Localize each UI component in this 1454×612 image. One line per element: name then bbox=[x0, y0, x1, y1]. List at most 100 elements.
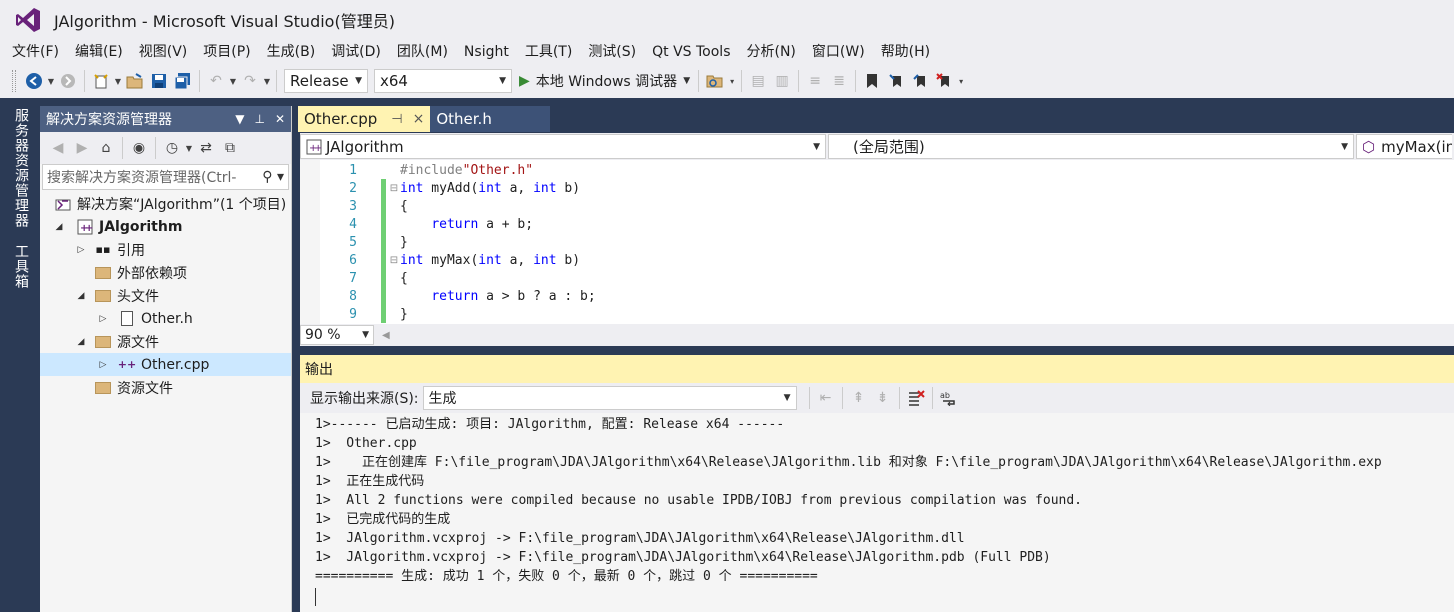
switch-views-icon[interactable]: ◉ bbox=[128, 137, 150, 159]
save-icon[interactable] bbox=[148, 70, 170, 92]
undo-icon[interactable]: ↶ bbox=[205, 70, 227, 92]
play-icon: ▶ bbox=[519, 73, 530, 89]
tree-item-other-cpp[interactable]: ▷ ++ Other.cpp bbox=[40, 353, 291, 376]
menu-view[interactable]: 视图(V) bbox=[131, 40, 196, 64]
menu-analyze[interactable]: 分析(N) bbox=[739, 40, 804, 64]
project-select[interactable]: + + JAlgorithm ▼ bbox=[300, 134, 826, 159]
output-source-select[interactable]: 生成 ▼ bbox=[422, 386, 797, 410]
menu-team[interactable]: 团队(M) bbox=[389, 40, 456, 64]
platform-select[interactable]: x64 ▼ bbox=[374, 69, 512, 93]
menu-help[interactable]: 帮助(H) bbox=[873, 40, 938, 64]
chevron-down-icon[interactable]: ▼ bbox=[262, 77, 272, 86]
chevron-down-icon[interactable]: ▼ bbox=[113, 77, 123, 86]
step-into-icon[interactable]: ▥ bbox=[771, 70, 793, 92]
pending-changes-filter-icon[interactable]: ◷ bbox=[161, 137, 183, 159]
menu-window[interactable]: 窗口(W) bbox=[804, 40, 873, 64]
expanded-icon[interactable]: ◢ bbox=[74, 337, 88, 347]
visual-studio-logo-icon bbox=[16, 8, 40, 32]
navigate-back-icon[interactable] bbox=[23, 70, 45, 92]
toolbar-separator bbox=[155, 137, 156, 159]
collapse-icon[interactable]: ⊟ bbox=[388, 255, 400, 266]
bookmark-icon[interactable] bbox=[861, 70, 883, 92]
tree-item-references[interactable]: ▷ ▪▪ 引用 bbox=[40, 238, 291, 261]
next-bookmark-icon[interactable] bbox=[909, 70, 931, 92]
tab-other-h[interactable]: Other.h bbox=[430, 106, 551, 132]
solution-explorer-header: 解决方案资源管理器 ▼ ⊥ ✕ bbox=[40, 106, 291, 132]
pin-icon[interactable]: ⊣ bbox=[391, 112, 402, 127]
chevron-down-icon[interactable]: ▼ bbox=[228, 77, 238, 86]
output-line: 1> Other.cpp bbox=[315, 436, 417, 451]
code-editor[interactable]: 1 #include "Other.h" 2 ⊟ int myAdd(int a,… bbox=[300, 160, 1454, 324]
search-icon: ⚲ ▾ bbox=[262, 169, 284, 185]
pin-icon[interactable]: ⊥ bbox=[254, 112, 264, 126]
tree-item-project[interactable]: ◢ + + JAlgorithm bbox=[40, 215, 291, 238]
home-icon[interactable]: ⌂ bbox=[95, 137, 117, 159]
redo-icon[interactable]: ↷ bbox=[239, 70, 261, 92]
code-line: 7 { bbox=[300, 269, 408, 287]
server-explorer-tab[interactable]: 服务器资源管理器 bbox=[11, 108, 31, 228]
find-message-icon[interactable]: ⇤ bbox=[815, 387, 837, 409]
chevron-down-icon[interactable]: ▼ bbox=[46, 77, 56, 86]
menu-project[interactable]: 项目(P) bbox=[195, 40, 258, 64]
scroll-left-icon[interactable]: ◀ bbox=[382, 330, 390, 341]
output-text[interactable]: 1>------ 已启动生成: 项目: JAlgorithm, 配置: Rele… bbox=[300, 413, 1454, 606]
menu-build[interactable]: 生成(B) bbox=[259, 40, 324, 64]
sync-with-document-icon[interactable]: ⇄ bbox=[195, 137, 217, 159]
previous-message-icon[interactable]: ⇞ bbox=[848, 387, 870, 409]
save-all-icon[interactable] bbox=[172, 70, 194, 92]
expanded-icon[interactable]: ◢ bbox=[52, 222, 66, 232]
previous-bookmark-icon[interactable] bbox=[885, 70, 907, 92]
tree-item-external-dependencies[interactable]: 外部依赖项 bbox=[40, 261, 291, 284]
collapse-all-icon[interactable]: ⧉ bbox=[219, 137, 241, 159]
zoom-select[interactable]: 90 % ▼ bbox=[300, 325, 374, 345]
collapsed-icon[interactable]: ▷ bbox=[74, 245, 88, 255]
navigate-forward-icon[interactable] bbox=[57, 70, 79, 92]
open-file-icon[interactable] bbox=[124, 70, 146, 92]
menu-file[interactable]: 文件(F) bbox=[4, 40, 67, 64]
clear-all-icon[interactable] bbox=[905, 387, 927, 409]
chevron-down-icon[interactable]: ▼ bbox=[184, 144, 194, 153]
comment-out-icon[interactable]: ≡ bbox=[804, 70, 826, 92]
next-message-icon[interactable]: ⇟ bbox=[872, 387, 894, 409]
expanded-icon[interactable]: ◢ bbox=[74, 291, 88, 301]
tree-item-other-h[interactable]: ▷ Other.h bbox=[40, 307, 291, 330]
new-project-icon[interactable] bbox=[90, 70, 112, 92]
panel-menu-icon[interactable]: ▼ bbox=[235, 112, 244, 126]
close-icon[interactable]: × bbox=[413, 111, 425, 127]
start-debugging-button[interactable]: ▶ 本地 Windows 调试器 ▼ bbox=[515, 71, 694, 91]
find-in-files-icon[interactable] bbox=[704, 70, 726, 92]
menu-test[interactable]: 测试(S) bbox=[580, 40, 644, 64]
back-icon[interactable]: ◀ bbox=[47, 137, 69, 159]
toolbar-overflow-icon[interactable]: ▾ bbox=[956, 77, 966, 86]
collapsed-icon[interactable]: ▷ bbox=[96, 314, 110, 324]
toolbar-overflow-icon[interactable]: ▾ bbox=[727, 77, 737, 86]
toolbar-grip[interactable] bbox=[12, 70, 16, 92]
menu-qt-vs-tools[interactable]: Qt VS Tools bbox=[644, 40, 738, 64]
menu-edit[interactable]: 编辑(E) bbox=[67, 40, 131, 64]
clear-bookmarks-icon[interactable] bbox=[933, 70, 955, 92]
menu-debug[interactable]: 调试(D) bbox=[323, 40, 389, 64]
collapsed-icon[interactable]: ▷ bbox=[96, 360, 110, 370]
navigation-bar: + + JAlgorithm ▼ (全局范围) ▼ ⬡ myMax(in bbox=[300, 133, 1454, 160]
configuration-select[interactable]: Release ▼ bbox=[284, 69, 368, 93]
tree-item-header-files[interactable]: ◢ 头文件 bbox=[40, 284, 291, 307]
uncomment-icon[interactable]: ≣ bbox=[828, 70, 850, 92]
tree-item-source-files[interactable]: ◢ 源文件 bbox=[40, 330, 291, 353]
tree-item-label: JAlgorithm bbox=[99, 218, 183, 235]
tab-other-cpp[interactable]: Other.cpp ⊣ × bbox=[298, 106, 431, 132]
toggle-breakpoint-icon[interactable]: ▤ bbox=[747, 70, 769, 92]
close-icon[interactable]: ✕ bbox=[275, 112, 285, 126]
member-select[interactable]: ⬡ myMax(in bbox=[1356, 134, 1452, 159]
forward-icon[interactable]: ▶ bbox=[71, 137, 93, 159]
tree-item-label: Other.h bbox=[141, 310, 193, 327]
scope-select[interactable]: (全局范围) ▼ bbox=[828, 134, 1354, 159]
solution-search-input[interactable]: 搜索解决方案资源管理器(Ctrl- ⚲ ▾ bbox=[42, 164, 289, 190]
tree-item-label: Other.cpp bbox=[141, 356, 210, 373]
tree-item-resource-files[interactable]: 资源文件 bbox=[40, 376, 291, 399]
toggle-word-wrap-icon[interactable]: ab bbox=[938, 387, 960, 409]
collapse-icon[interactable]: ⊟ bbox=[388, 183, 400, 194]
tree-item-solution[interactable]: 解决方案“JAlgorithm”(1 个项目) bbox=[40, 192, 291, 215]
menu-nsight[interactable]: Nsight bbox=[456, 40, 517, 64]
menu-tools[interactable]: 工具(T) bbox=[517, 40, 580, 64]
toolbox-tab[interactable]: 工具箱 bbox=[11, 244, 31, 289]
